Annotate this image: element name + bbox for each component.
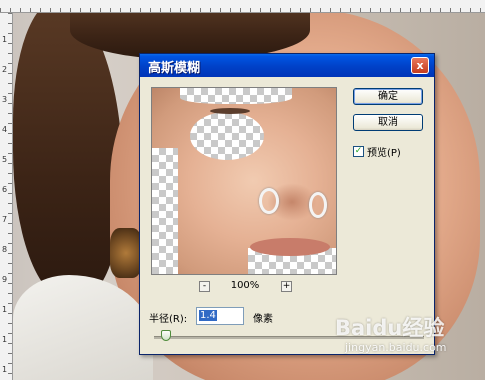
radius-input[interactable]: 1.4: [196, 307, 244, 325]
zoom-level: 100%: [230, 280, 260, 291]
horizontal-ruler: [0, 0, 485, 13]
preview-checkbox-label: 预览(P): [367, 147, 401, 159]
ruler-number: 7: [2, 215, 8, 224]
radius-label: 半径(R):: [149, 314, 188, 325]
ruler-number: 5: [2, 155, 8, 164]
baidu-jingyan-logo: Baidu经验: [335, 316, 445, 340]
ruler-number: 6: [2, 185, 8, 194]
dialog-title: 高斯模糊: [148, 61, 201, 76]
preview-checkbox[interactable]: ✓: [353, 145, 364, 157]
radius-slider-thumb[interactable]: [161, 330, 171, 341]
zoom-out-button[interactable]: -: [199, 281, 210, 292]
ruler-number: 1: [2, 365, 8, 374]
ok-button[interactable]: 确定: [353, 88, 423, 105]
photo-necklace: [110, 228, 142, 278]
ruler-number: 3: [2, 95, 8, 104]
close-button[interactable]: x: [411, 57, 429, 74]
ruler-number: 1: [2, 335, 8, 344]
preview-lip: [250, 238, 330, 256]
ruler-number: 1: [2, 305, 8, 314]
ruler-number: 4: [2, 125, 8, 134]
ruler-number: 8: [2, 245, 8, 254]
transparency-region: [180, 88, 292, 104]
ruler-number: 2: [2, 65, 8, 74]
zoom-controls: - 100% +: [151, 280, 337, 296]
gaussian-blur-dialog: 高斯模糊 x - 100% + 确定 取消 ✓ 预览(P) 半径(R): 1.4…: [139, 53, 435, 355]
radius-unit-label: 像素: [253, 314, 273, 325]
plus-icon: +: [282, 281, 291, 291]
ruler-number: 9: [2, 275, 8, 284]
preview-nose-ring-left: [259, 188, 279, 214]
preview-checkbox-row[interactable]: ✓ 预览(P): [353, 144, 401, 159]
preview-nose-ring-right: [309, 192, 327, 218]
vertical-ruler: 1 2 3 4 5 6 7 8 9 1 1 1: [0, 13, 13, 380]
watermark-url: jingyan.baidu.com: [345, 341, 447, 354]
dialog-titlebar[interactable]: 高斯模糊 x: [140, 54, 434, 77]
ruler-number: 1: [2, 35, 8, 44]
cancel-button[interactable]: 取消: [353, 114, 423, 131]
preview-eyebrow: [210, 108, 250, 114]
transparency-region: [190, 112, 264, 160]
zoom-in-button[interactable]: +: [281, 281, 292, 292]
minus-icon: -: [202, 281, 207, 291]
filter-preview-pane[interactable]: [151, 87, 337, 275]
transparency-region: [152, 148, 178, 274]
radius-input-value: 1.4: [199, 310, 217, 321]
close-icon: x: [416, 59, 424, 72]
